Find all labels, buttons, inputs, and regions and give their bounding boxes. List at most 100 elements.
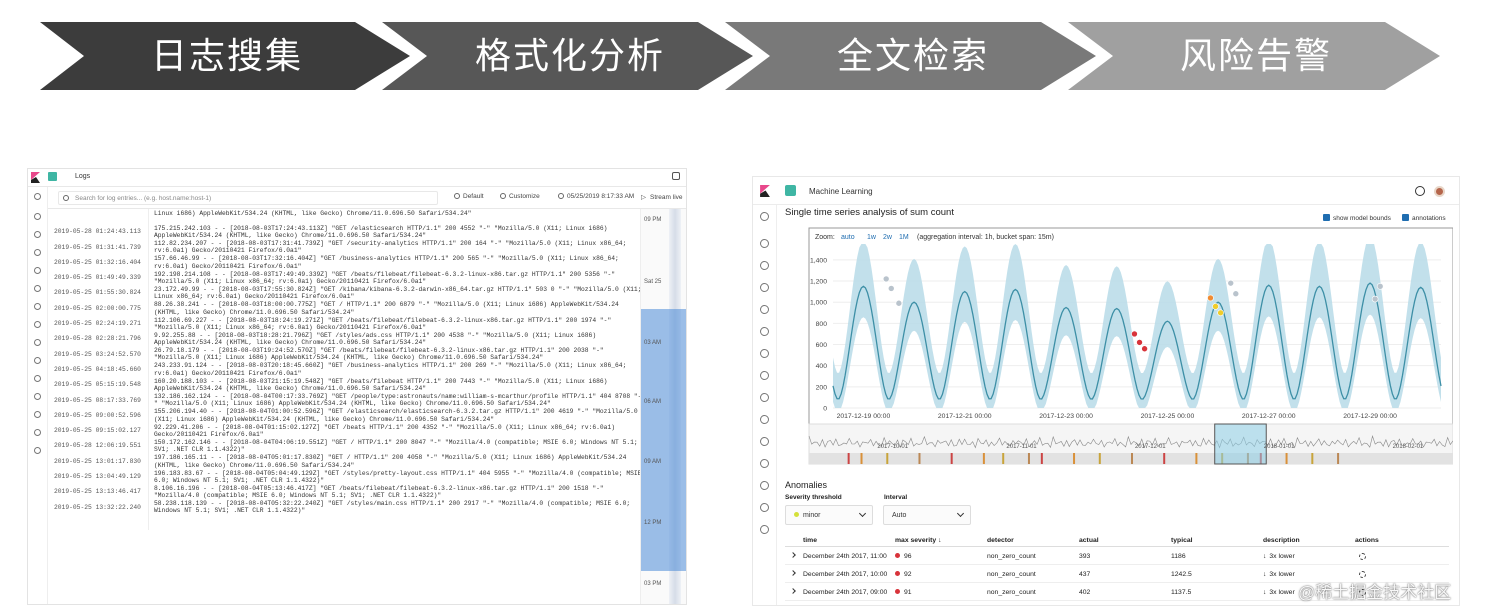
help-icon[interactable] [1415, 186, 1425, 196]
minimap-highlight-range[interactable] [641, 309, 686, 571]
kibana-logo-icon[interactable] [31, 172, 40, 183]
log-row[interactable]: 2019-05-25 13:01:17.830 197.186.165.11 - … [48, 453, 648, 470]
table-row[interactable]: December 24th 2017, 11:00 96 non_zero_coun… [785, 547, 1449, 565]
default-button[interactable]: Default [454, 193, 484, 200]
log-row[interactable]: 2019-05-25 01:55:30.824 23.172.49.99 - - … [48, 285, 648, 301]
date-picker[interactable]: 05/25/2019 8:17:33 AM [558, 193, 634, 200]
log-row[interactable] [48, 514, 648, 531]
y-tick-label: 1,000 [810, 300, 827, 307]
log-row[interactable]: 2019-05-25 01:31:41.739 112.82.234.207 - … [48, 239, 648, 255]
expand-row-icon[interactable] [790, 588, 796, 594]
log-row[interactable]: 2019-05-25 05:15:19.548 160.20.188.103 - … [48, 377, 648, 393]
col-typical[interactable]: typical [1171, 537, 1193, 544]
nav-maps-icon[interactable] [34, 285, 41, 292]
anomaly-marker-low[interactable] [1232, 290, 1240, 298]
nav-apm-icon[interactable] [34, 357, 41, 364]
expand-row-icon[interactable] [790, 570, 796, 576]
anomaly-marker-minor[interactable] [1212, 303, 1219, 310]
nav-siem-icon[interactable] [760, 459, 769, 468]
log-row[interactable]: 2019-05-25 09:00:52.596 155.206.194.40 - … [48, 407, 648, 424]
nav-monitoring-icon[interactable] [34, 429, 41, 436]
log-row[interactable]: 2019-05-25 13:32:22.240 58.238.118.139 - … [48, 499, 648, 515]
col-description[interactable]: description [1263, 537, 1300, 544]
search-input[interactable]: Search for log entries... (e.g. host.nam… [58, 191, 438, 205]
nav-recent-icon[interactable] [760, 212, 769, 221]
log-row[interactable]: Linux i686) AppleWebKit/534.24 (KHTML, l… [48, 209, 648, 225]
col-detector[interactable]: detector [987, 537, 1014, 544]
nav-infra-icon[interactable] [760, 371, 769, 380]
anomaly-marker-low[interactable] [1371, 295, 1379, 303]
nav-siem-icon[interactable] [34, 393, 41, 400]
log-row[interactable]: 2019-05-25 02:00:00.775 88.26.38.241 - - … [48, 300, 648, 317]
log-row[interactable]: 2019-05-25 09:15:02.127 92.229.41.206 - -… [48, 423, 648, 439]
nav-devtools-icon[interactable] [760, 481, 769, 490]
nav-management-icon[interactable] [760, 525, 769, 534]
nav-infra-icon[interactable] [34, 321, 41, 328]
log-row[interactable]: 2019-05-25 02:24:19.271 112.106.69.227 - … [48, 316, 648, 332]
log-row[interactable]: 2019-05-25 04:18:45.660 243.233.91.124 - … [48, 361, 648, 378]
log-row[interactable]: 2019-05-25 13:04:49.129 196.183.83.67 - -… [48, 469, 648, 485]
nav-canvas-icon[interactable] [760, 305, 769, 314]
severity-threshold-select[interactable]: minor [785, 505, 873, 525]
anomaly-marker-low[interactable] [895, 299, 903, 307]
nav-monitoring-icon[interactable] [760, 503, 769, 512]
log-row[interactable]: 2019-05-25 13:13:46.417 8.106.16.196 - - … [48, 484, 648, 500]
nav-visualize-icon[interactable] [34, 231, 41, 238]
log-row[interactable]: 2019-05-28 02:28:21.796 9.92.255.88 - - [… [48, 331, 648, 347]
zoom-option-auto[interactable]: auto [841, 234, 855, 241]
nav-uptime-icon[interactable] [34, 375, 41, 382]
nav-dashboard-icon[interactable] [34, 249, 41, 256]
nav-logs-icon[interactable] [34, 339, 41, 346]
col-max-severity[interactable]: max severity ↓ [895, 537, 941, 544]
anomaly-marker-critical[interactable] [1136, 339, 1143, 346]
nav-recent-icon[interactable] [34, 193, 41, 200]
nav-logs-icon[interactable] [760, 393, 769, 402]
nav-management-icon[interactable] [34, 447, 41, 454]
fullscreen-icon[interactable] [672, 172, 680, 180]
anomaly-marker-critical[interactable] [1131, 330, 1138, 338]
nav-devtools-icon[interactable] [34, 411, 41, 418]
nav-ml-icon[interactable] [34, 303, 41, 310]
log-minimap[interactable]: 09 PM Sat 25 03 AM 06 AM 09 AM 12 PM 03 … [640, 209, 686, 604]
context-brush[interactable] [1214, 423, 1267, 465]
expand-nav-icon[interactable]: → [761, 601, 770, 605]
show-model-bounds-checkbox[interactable]: show model bounds [1323, 214, 1391, 222]
col-time[interactable]: time [803, 537, 817, 544]
annotations-checkbox[interactable]: annotations [1402, 214, 1446, 222]
nav-ml-icon[interactable] [760, 349, 769, 358]
log-row[interactable]: 2019-05-25 01:32:16.404 157.66.46.99 - - … [48, 254, 648, 271]
customize-button[interactable]: Customize [500, 193, 540, 200]
log-stream[interactable]: Linux i686) AppleWebKit/534.24 (KHTML, l… [48, 209, 648, 604]
log-row[interactable]: 2019-05-28 01:24:43.113 175.215.242.103 -… [48, 224, 648, 240]
nav-visualize-icon[interactable] [760, 261, 769, 270]
anomaly-marker-major[interactable] [1207, 294, 1214, 302]
nav-dashboard-icon[interactable] [760, 283, 769, 292]
anomaly-marker-low[interactable] [1227, 279, 1235, 287]
nav-uptime-icon[interactable] [760, 437, 769, 446]
log-row[interactable]: 2019-05-25 03:24:52.570 26.79.18.179 - - … [48, 346, 648, 362]
nav-discover-icon[interactable] [34, 213, 41, 220]
anomaly-marker-low[interactable] [882, 275, 890, 283]
interval-select[interactable]: Auto [883, 505, 971, 525]
nav-apm-icon[interactable] [760, 415, 769, 424]
anomaly-marker-low[interactable] [1376, 283, 1384, 290]
log-row[interactable]: 2019-05-25 01:49:49.339 192.198.214.108 -… [48, 270, 648, 286]
col-actual[interactable]: actual [1079, 537, 1099, 544]
log-row[interactable]: 2019-05-28 12:06:19.551 150.172.162.146 -… [48, 438, 648, 454]
nav-canvas-icon[interactable] [34, 267, 41, 274]
stream-live-button[interactable]: ▷ Stream live [641, 193, 683, 201]
single-metric-chart[interactable]: Zoom: auto 1w 2w 1M (aggregation interval: 1h… [777, 224, 1453, 472]
log-row[interactable]: 2019-05-25 08:17:33.769 132.186.162.124 -… [48, 392, 648, 408]
zoom-option-2w[interactable]: 2w [883, 234, 893, 241]
kibana-logo-icon[interactable] [760, 185, 770, 197]
row-actions-button[interactable] [1359, 553, 1366, 562]
expand-row-icon[interactable] [790, 552, 796, 558]
nav-discover-icon[interactable] [760, 239, 769, 248]
anomaly-marker-minor[interactable] [1217, 309, 1224, 317]
anomaly-marker-low[interactable] [887, 285, 895, 292]
zoom-option-1M[interactable]: 1M [899, 234, 909, 241]
nav-maps-icon[interactable] [760, 327, 769, 336]
avatar[interactable] [1434, 186, 1445, 197]
zoom-option-1w[interactable]: 1w [867, 234, 877, 241]
anomaly-marker-critical[interactable] [1141, 345, 1148, 353]
